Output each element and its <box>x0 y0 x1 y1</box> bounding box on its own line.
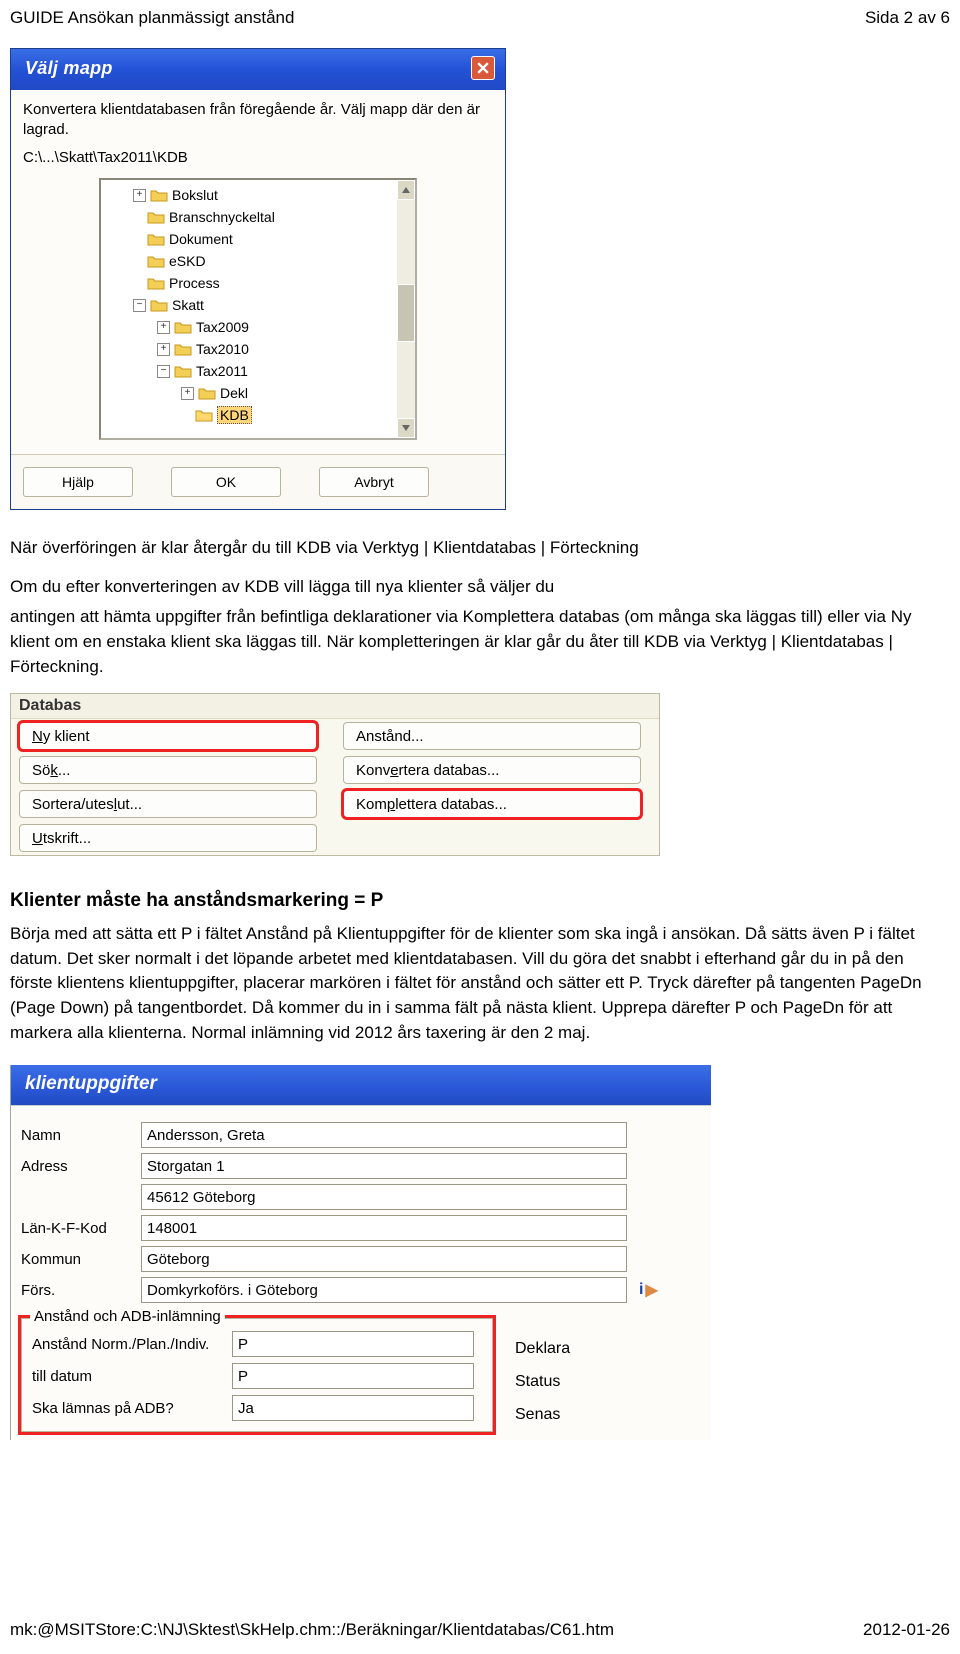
database-header: Databas <box>19 697 81 714</box>
paragraph-2b: antingen att hämta uppgifter från befint… <box>10 605 950 679</box>
utskrift-button[interactable]: Utskrift... <box>19 824 317 852</box>
tree-node-label: Dekl <box>220 385 248 401</box>
folder-icon <box>150 188 168 202</box>
folder-icon <box>147 232 165 246</box>
label-adress: Adress <box>21 1158 141 1175</box>
folder-icon <box>195 408 213 422</box>
label-adb: Ska lämnas på ADB? <box>32 1400 232 1417</box>
tree-node[interactable]: + Tax2009 <box>157 316 415 338</box>
tree-node-label: Branschnyckeltal <box>169 209 275 225</box>
dialog-description: Konvertera klientdatabasen från föregåen… <box>23 100 493 139</box>
tree-node[interactable]: eSKD <box>133 250 415 272</box>
tree-node[interactable]: KDB <box>181 404 415 426</box>
paragraph-2a: Om du efter konverteringen av KDB vill l… <box>10 575 950 600</box>
new-client-label-rest: y klient <box>43 728 90 745</box>
input-lankfkod[interactable]: 148001 <box>141 1215 627 1241</box>
dialog-title: Välj mapp <box>25 58 113 79</box>
label-deklara: Deklara <box>515 1332 570 1365</box>
tree-node-label: Tax2009 <box>196 319 249 335</box>
tree-node[interactable]: + Bokslut <box>133 184 415 206</box>
client-form: klientuppgifter Namn Andersson, Greta Ad… <box>10 1065 711 1440</box>
ok-button[interactable]: OK <box>171 467 281 497</box>
tree-node[interactable]: Branschnyckeltal <box>133 206 415 228</box>
scroll-down-icon[interactable] <box>397 418 415 438</box>
groupbox-legend: Anstånd och ADB-inlämning <box>30 1308 225 1325</box>
input-adress1[interactable]: Storgatan 1 <box>141 1153 627 1179</box>
sok-button[interactable]: Sök... <box>19 756 317 784</box>
tree-node-label: Dokument <box>169 231 233 247</box>
input-fors[interactable]: Domkyrkoförs. i Göteborg <box>141 1277 627 1303</box>
expand-icon[interactable]: + <box>157 321 170 334</box>
label-anstand-type: Anstånd Norm./Plan./Indiv. <box>32 1336 232 1353</box>
input-adb[interactable]: Ja <box>232 1395 474 1421</box>
folder-icon <box>147 276 165 290</box>
tree-node[interactable]: − Tax2011 <box>157 360 415 382</box>
dialog-titlebar: Välj mapp <box>11 49 505 90</box>
scroll-up-icon[interactable] <box>397 180 415 200</box>
tree-node-label: Process <box>169 275 220 291</box>
tree-node-label: Skatt <box>172 297 204 313</box>
collapse-icon[interactable]: − <box>157 365 170 378</box>
section-heading: Klienter måste ha anståndsmarkering = P <box>10 890 950 912</box>
input-namn[interactable]: Andersson, Greta <box>141 1122 627 1148</box>
collapse-icon[interactable]: − <box>133 299 146 312</box>
expand-icon[interactable]: + <box>181 387 194 400</box>
komplettera-button[interactable]: Komplettera databas... <box>343 790 641 818</box>
folder-icon <box>147 254 165 268</box>
expand-icon[interactable]: + <box>133 189 146 202</box>
footer-date: 2012-01-26 <box>863 1620 950 1640</box>
paragraph-3: Börja med att sätta ett P i fältet Anstå… <box>10 922 950 1045</box>
cancel-button[interactable]: Avbryt <box>319 467 429 497</box>
new-client-button[interactable]: Ny klient <box>19 722 317 750</box>
label-senas: Senas <box>515 1398 570 1431</box>
konvertera-button[interactable]: Konvertera databas... <box>343 756 641 784</box>
dialog-path: C:\...\Skatt\Tax2011\KDB <box>23 149 493 166</box>
footer-path: mk:@MSITStore:C:\NJ\Sktest\SkHelp.chm::/… <box>10 1620 614 1640</box>
tree-node-label: Bokslut <box>172 187 218 203</box>
input-kommun[interactable]: Göteborg <box>141 1246 627 1272</box>
folder-icon <box>174 364 192 378</box>
tree-node-label: eSKD <box>169 253 206 269</box>
anstand-groupbox: Anstånd och ADB-inlämning Anstånd Norm./… <box>21 1318 493 1432</box>
help-button[interactable]: Hjälp <box>23 467 133 497</box>
label-namn: Namn <box>21 1127 141 1144</box>
tree-node-label: Tax2011 <box>196 363 248 379</box>
tree-node[interactable]: + Tax2010 <box>157 338 415 360</box>
paragraph-1: När överföringen är klar återgår du till… <box>10 536 950 561</box>
anstand-button[interactable]: Anstånd... <box>343 722 641 750</box>
folder-icon <box>174 320 192 334</box>
label-status: Status <box>515 1365 570 1398</box>
tree-node[interactable]: Dokument <box>133 228 415 250</box>
tree-node-label: KDB <box>217 406 252 424</box>
tree-node[interactable]: − Skatt <box>133 294 415 316</box>
input-anstand-type[interactable]: P <box>232 1331 474 1357</box>
folder-icon <box>147 210 165 224</box>
tree-node[interactable]: + Dekl <box>181 382 415 404</box>
label-kommun: Kommun <box>21 1251 141 1268</box>
expand-icon[interactable]: + <box>157 343 170 356</box>
tree-node[interactable]: Process <box>133 272 415 294</box>
folder-tree[interactable]: + Bokslut Branschnyckeltal Dokument eSKD Proc… <box>99 178 417 440</box>
label-lankfkod: Län-K-F-Kod <box>21 1220 141 1237</box>
folder-dialog: Välj mapp Konvertera klientdatabasen frå… <box>10 48 506 510</box>
page-header-title: GUIDE Ansökan planmässigt anstånd <box>10 8 294 28</box>
input-adress2[interactable]: 45612 Göteborg <box>141 1184 627 1210</box>
page-header-pagenum: Sida 2 av 6 <box>865 8 950 28</box>
scroll-thumb[interactable] <box>397 284 415 342</box>
sortera-button[interactable]: Sortera/uteslut... <box>19 790 317 818</box>
input-till-datum[interactable]: P <box>232 1363 474 1389</box>
folder-icon <box>150 298 168 312</box>
folder-icon <box>198 386 216 400</box>
close-icon[interactable] <box>471 56 495 80</box>
tree-node-label: Tax2010 <box>196 341 249 357</box>
info-icon[interactable]: i▶ <box>639 1280 658 1300</box>
label-fors: Förs. <box>21 1282 141 1299</box>
database-panel: Databas Ny klient Anstånd... Sök... Konv… <box>10 693 660 856</box>
label-till-datum: till datum <box>32 1368 232 1385</box>
folder-icon <box>174 342 192 356</box>
scrollbar[interactable] <box>397 180 415 438</box>
client-form-title: klientuppgifter <box>11 1065 711 1105</box>
